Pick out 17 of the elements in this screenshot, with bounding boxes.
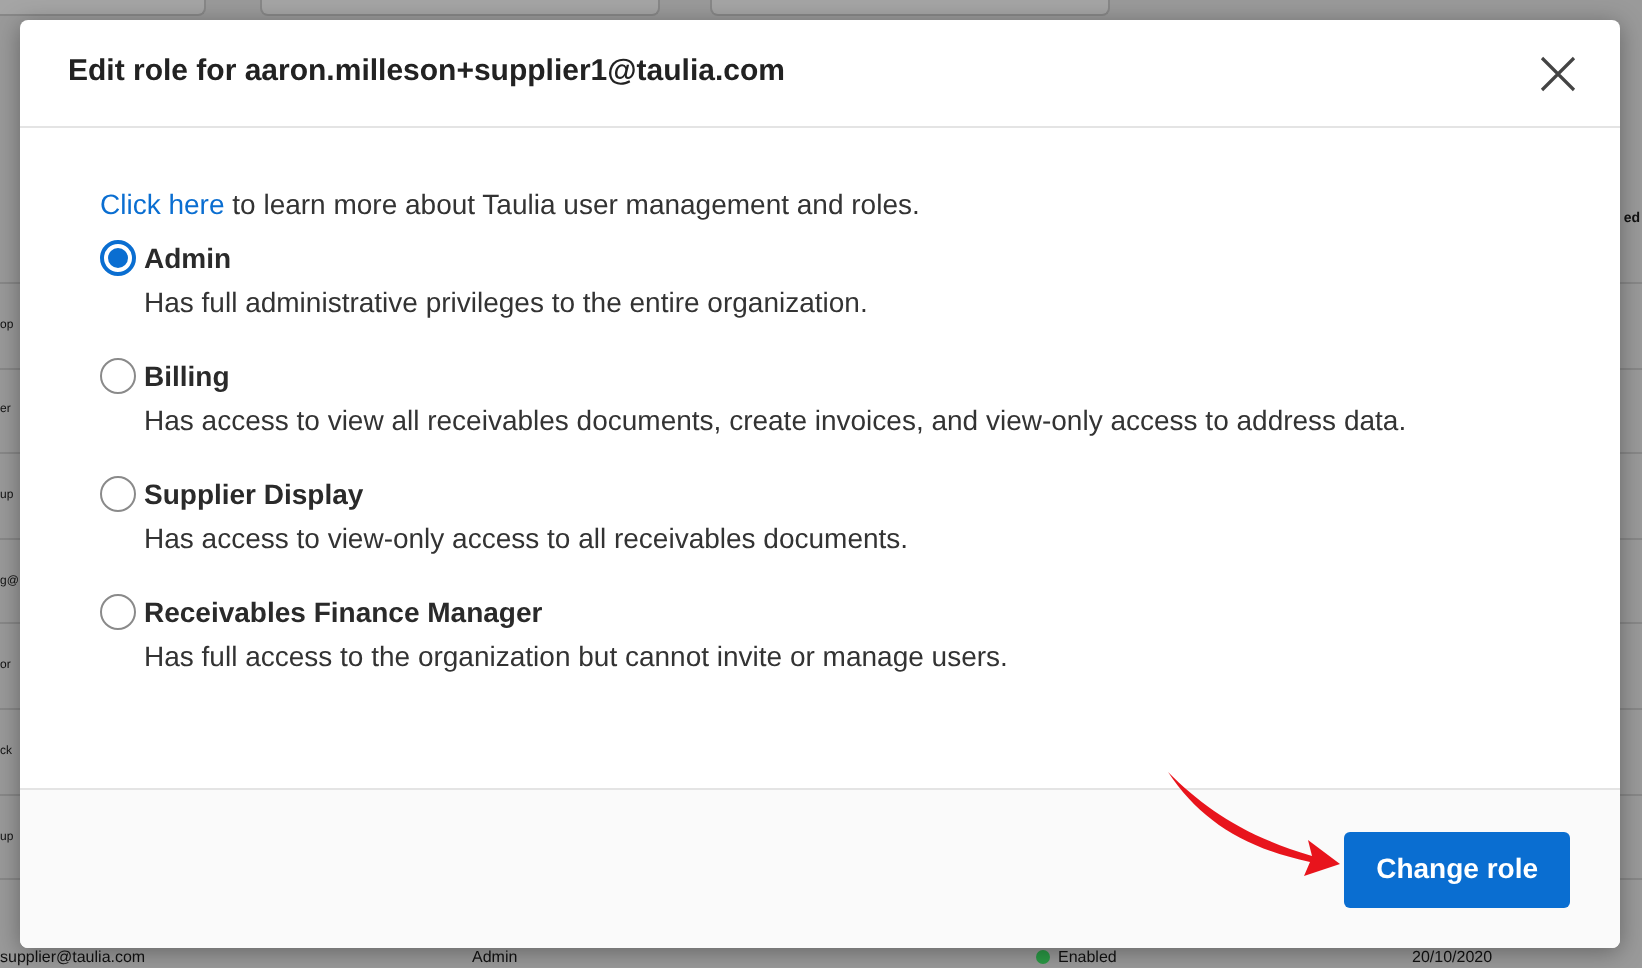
table-cell: 20/10/2020 [1412,949,1493,966]
role-radio[interactable]: Billing [100,354,230,398]
table-cell-text: supplier@taulia.com [0,949,148,966]
role-radio[interactable]: Receivables Finance Manager [100,590,543,634]
dialog-title: Edit role for aaron.milleson+supplier1@taulia.com [68,52,785,93]
learn-more-link[interactable]: Click here [100,188,225,220]
change-role-button[interactable]: Change role [1344,831,1570,907]
role-description: Has access to view-only access to all receivables documents. [144,522,911,556]
role-description: Has full administrative privileges to the entire organization. [144,286,870,320]
close-icon[interactable] [1540,55,1576,91]
table-cell-text: Admin [472,949,520,966]
table-cell-text: Enabled [1058,949,1119,966]
role-description: Has access to view all receivables documents, create invoices, and view-only access to address data. [144,404,1409,438]
role-description: Has full access to the organization but cannot invite or manage users. [144,640,1010,674]
intro-text: Click here to learn more about Taulia user management and roles. [100,188,922,222]
role-radio[interactable]: Admin [100,236,232,280]
role-radio[interactable]: Supplier Display [100,472,364,516]
